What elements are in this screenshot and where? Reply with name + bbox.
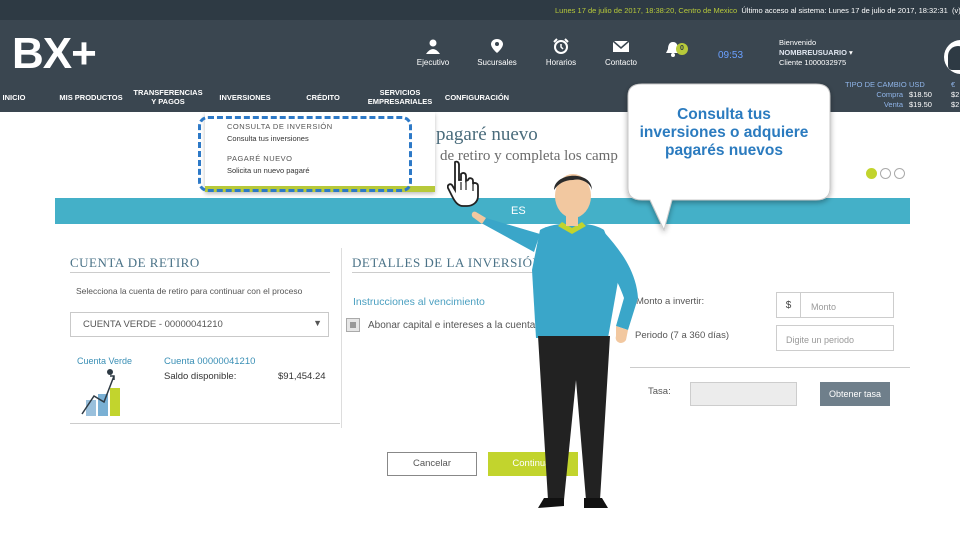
session-last-access: Último acceso al sistema: Lunes 17 de ju… — [741, 6, 948, 15]
account-select-value: CUENTA VERDE - 00000041210 — [83, 319, 223, 330]
page-title: pagaré nuevo — [436, 124, 538, 145]
nav-item-credito[interactable]: CRÉDITO — [302, 82, 344, 112]
exchange-title: TIPO DE CAMBIO — [845, 80, 907, 89]
account-select[interactable]: CUENTA VERDE - 00000041210 ▼ — [70, 312, 329, 337]
carousel-dot[interactable] — [894, 168, 905, 179]
nav-item-servicios[interactable]: SERVICIOS EMPRESARIALES — [366, 82, 434, 112]
balance-value: $91,454.24 — [278, 371, 326, 382]
session-date: Lunes 17 de julio de 2017, 18:38:20, Cen… — [555, 6, 738, 15]
nav-item-transferencias[interactable]: TRANSFERENCIAS Y PAGOS — [133, 82, 203, 112]
nav-item-configuracion[interactable]: CONFIGURACIÓN — [444, 82, 510, 112]
exchange-col-usd: USD — [909, 80, 925, 89]
period-placeholder: Digite un periodo — [786, 335, 855, 345]
caret-down-icon: ▼ — [313, 318, 322, 328]
user-info[interactable]: Bienvenido NOMBREUSUARIO ▾ Cliente 10000… — [779, 38, 853, 68]
carousel-dot[interactable] — [866, 168, 877, 179]
account-link[interactable]: Cuenta 00000041210 — [164, 356, 255, 367]
get-rate-button[interactable]: Obtener tasa — [820, 382, 890, 406]
retiro-instruction: Selecciona la cuenta de retiro para cont… — [76, 286, 303, 296]
session-timer: 09:53 — [718, 50, 744, 61]
account-card-name: Cuenta Verde — [77, 356, 133, 366]
balance-label: Saldo disponible: — [164, 371, 237, 382]
header-link-contacto[interactable]: Contacto — [591, 38, 651, 67]
exchange-buy-eur: $2 — [951, 90, 960, 99]
exchange-rate: TIPO DE CAMBIO USD € Compra $18.50 $2 Ve… — [845, 80, 960, 110]
column-divider — [341, 248, 342, 428]
header-link-label: Horarios — [545, 58, 577, 67]
exchange-sell-eur: $2 — [951, 100, 960, 109]
exchange-buy-usd: $18.50 — [909, 90, 932, 99]
callout-text: Consulta tus inversiones o adquiere paga… — [639, 106, 809, 159]
exchange-buy-label: Compra — [876, 90, 903, 99]
header-link-horarios[interactable]: Horarios — [531, 38, 591, 67]
map-pin-icon — [488, 38, 506, 54]
header-link-label: Contacto — [604, 58, 638, 67]
carousel-dot[interactable] — [880, 168, 891, 179]
person-icon — [424, 38, 442, 54]
rate-field — [690, 382, 797, 406]
presenter-illustration — [471, 174, 638, 508]
logo[interactable]: BX+ — [12, 32, 97, 76]
envelope-icon — [612, 38, 630, 54]
highlight-box — [198, 116, 412, 192]
reinvest-checkbox[interactable] — [346, 318, 360, 332]
divider — [630, 367, 910, 368]
amount-input[interactable]: $ Monto — [776, 292, 894, 318]
screen: Lunes 17 de julio de 2017, 18:38:20, Cen… — [0, 0, 960, 540]
period-input[interactable]: Digite un periodo — [776, 325, 894, 351]
nav-item-inicio[interactable]: INICIO — [0, 82, 28, 112]
user-greeting: Bienvenido — [779, 38, 817, 47]
header-link-label: Ejecutivo — [416, 58, 450, 67]
exchange-sell-label: Venta — [883, 100, 903, 109]
retiro-title: CUENTA DE RETIRO — [70, 255, 200, 270]
divider — [70, 423, 340, 424]
nav-item-inversiones[interactable]: INVERSIONES — [216, 82, 274, 112]
notification-badge: 0 — [676, 43, 688, 55]
session-info: Lunes 17 de julio de 2017, 18:38:20, Cen… — [555, 6, 960, 15]
currency-prefix: $ — [777, 293, 801, 317]
header-link-label: Sucursales — [477, 58, 517, 67]
chevron-down-icon[interactable]: ▾ — [849, 48, 853, 57]
session-bar: Lunes 17 de julio de 2017, 18:38:20, Cen… — [0, 0, 960, 20]
user-name: NOMBREUSUARIO — [779, 48, 847, 57]
carousel-indicator — [866, 168, 905, 179]
header-link-ejecutivo[interactable]: Ejecutivo — [403, 38, 463, 67]
header-link-sucursales[interactable]: Sucursales — [467, 38, 527, 67]
user-client: Cliente 1000032975 — [779, 58, 847, 67]
alarm-clock-icon — [552, 38, 570, 54]
amount-placeholder: Monto — [811, 302, 837, 312]
exchange-col-eur: € — [951, 80, 956, 89]
exchange-sell-usd: $19.50 — [909, 100, 932, 109]
piggy-growth-icon — [81, 369, 120, 416]
divider — [70, 272, 330, 273]
nav-item-mis-productos[interactable]: MIS PRODUCTOS — [55, 82, 127, 112]
session-ip: (v)14672017-2 — [951, 6, 960, 15]
